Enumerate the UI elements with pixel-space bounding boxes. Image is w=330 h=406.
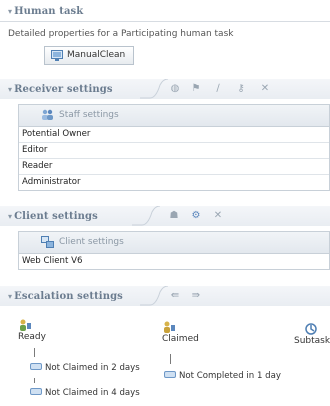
- human-task-title[interactable]: ▾ Human task: [8, 6, 83, 17]
- escalation-icon: [30, 363, 42, 370]
- add-icon[interactable]: ◍: [169, 83, 181, 95]
- table-row[interactable]: Editor: [19, 143, 329, 159]
- client-settings-title[interactable]: ▾ Client settings: [8, 211, 98, 222]
- table-row[interactable]: Administrator: [19, 175, 329, 190]
- state-icon: [305, 323, 317, 335]
- arrow-icon[interactable]: ⇛: [190, 290, 202, 302]
- collapse-toggle-icon[interactable]: ▾: [8, 6, 12, 16]
- collapse-toggle-icon[interactable]: ▾: [8, 211, 12, 221]
- human-task-description: Detailed properties for a Participating …: [8, 29, 234, 39]
- receiver-settings-title[interactable]: ▾ Receiver settings: [8, 84, 113, 95]
- arrow-icon[interactable]: ⇚: [169, 290, 181, 302]
- escalation-icon: [164, 371, 176, 378]
- state-icon: [164, 321, 175, 333]
- delete-icon[interactable]: ✕: [212, 210, 224, 222]
- table-row[interactable]: Potential Owner: [19, 127, 329, 143]
- escalation-item[interactable]: Not Completed in 1 day: [164, 371, 281, 381]
- state-subtask[interactable]: Subtask: [294, 322, 330, 346]
- escalation-icon: [30, 388, 42, 395]
- header-tab-curve: [140, 79, 168, 99]
- key-icon[interactable]: ⚷: [235, 83, 247, 95]
- table-row[interactable]: Reader: [19, 159, 329, 175]
- collapse-toggle-icon[interactable]: ▾: [8, 84, 12, 94]
- state-claimed[interactable]: Claimed: [162, 320, 199, 344]
- flag-icon[interactable]: ⚑: [190, 83, 202, 95]
- client-icon: [41, 236, 54, 248]
- client-settings-table: Client settings Web Client V6: [18, 231, 330, 270]
- collapse-toggle-icon[interactable]: ▾: [8, 291, 12, 301]
- escalation-item[interactable]: Not Claimed in 4 days: [30, 388, 140, 398]
- connector-line: [34, 378, 35, 383]
- staff-settings-table: Staff settings Potential Owner Editor Re…: [18, 104, 330, 191]
- settings-icon[interactable]: ⚙: [190, 210, 202, 222]
- delete-icon[interactable]: ✕: [259, 83, 271, 95]
- connector-line: [34, 348, 35, 357]
- staff-icon: [42, 109, 53, 120]
- state-icon: [20, 319, 31, 331]
- escalation-item[interactable]: Not Claimed in 2 days: [30, 363, 140, 373]
- table-header[interactable]: Staff settings: [19, 105, 329, 127]
- table-row[interactable]: Web Client V6: [19, 254, 329, 269]
- people-icon[interactable]: ☗: [168, 210, 180, 222]
- state-ready[interactable]: Ready: [18, 318, 46, 342]
- divider: [0, 21, 330, 22]
- header-tab-curve: [132, 206, 160, 226]
- edit-icon[interactable]: ∕: [212, 83, 224, 95]
- table-header[interactable]: Client settings: [19, 232, 329, 254]
- task-button[interactable]: ManualClean: [44, 46, 135, 65]
- escalation-settings-title[interactable]: ▾ Escalation settings: [8, 291, 123, 302]
- connector-line: [170, 354, 171, 364]
- header-tab-curve: [140, 286, 168, 306]
- task-icon: [51, 50, 63, 61]
